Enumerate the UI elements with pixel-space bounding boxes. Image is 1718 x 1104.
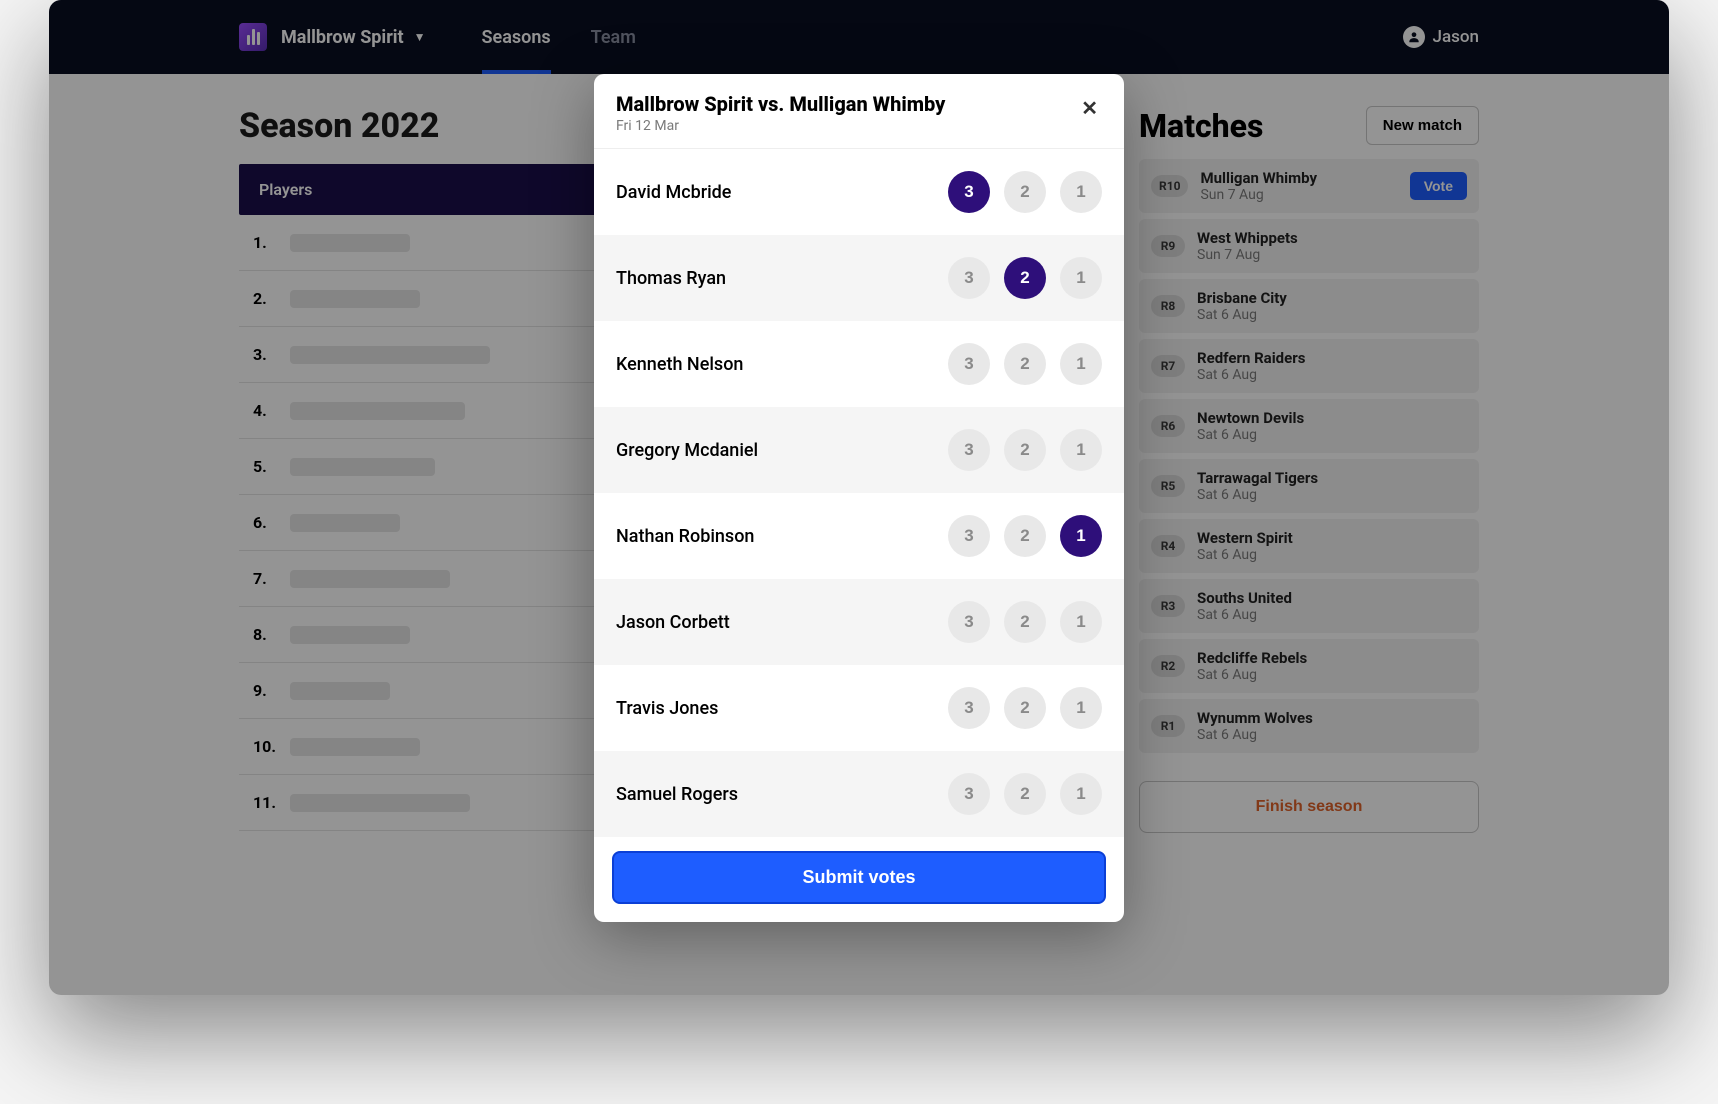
vote-row: David Mcbride 321 [594,149,1124,235]
modal-overlay: Mallbrow Spirit vs. Mulligan Whimby Fri … [49,0,1669,995]
vote-player-name: Travis Jones [616,698,718,719]
app-window: Mallbrow Spirit ▼ Seasons Team Jason Sea… [49,0,1669,995]
vote-option-3[interactable]: 3 [948,257,990,299]
vote-option-2[interactable]: 2 [1004,429,1046,471]
vote-option-3[interactable]: 3 [948,515,990,557]
vote-modal: Mallbrow Spirit vs. Mulligan Whimby Fri … [594,74,1124,922]
vote-button-group: 321 [948,171,1102,213]
vote-option-3[interactable]: 3 [948,601,990,643]
vote-option-1[interactable]: 1 [1060,601,1102,643]
vote-row: Nathan Robinson 321 [594,493,1124,579]
vote-player-name: Samuel Rogers [616,784,738,805]
vote-row: Travis Jones 321 [594,665,1124,751]
vote-option-2[interactable]: 2 [1004,343,1046,385]
vote-option-2[interactable]: 2 [1004,257,1046,299]
vote-player-name: Gregory Mcdaniel [616,440,758,461]
vote-row: Gregory Mcdaniel 321 [594,407,1124,493]
vote-player-name: David Mcbride [616,182,731,203]
close-icon: ✕ [1081,98,1098,120]
vote-option-1[interactable]: 1 [1060,429,1102,471]
vote-row: Samuel Rogers 321 [594,751,1124,837]
vote-option-3[interactable]: 3 [948,773,990,815]
vote-option-3[interactable]: 3 [948,343,990,385]
vote-option-3[interactable]: 3 [948,687,990,729]
vote-button-group: 321 [948,429,1102,471]
vote-option-3[interactable]: 3 [948,171,990,213]
modal-title: Mallbrow Spirit vs. Mulligan Whimby [616,92,945,116]
vote-button-group: 321 [948,601,1102,643]
vote-row: Thomas Ryan 321 [594,235,1124,321]
vote-player-name: Nathan Robinson [616,526,754,547]
vote-option-2[interactable]: 2 [1004,515,1046,557]
modal-subtitle: Fri 12 Mar [616,118,945,134]
vote-player-name: Jason Corbett [616,612,730,633]
vote-button-group: 321 [948,773,1102,815]
vote-row: Jason Corbett 321 [594,579,1124,665]
vote-option-1[interactable]: 1 [1060,687,1102,729]
vote-option-3[interactable]: 3 [948,429,990,471]
vote-option-2[interactable]: 2 [1004,773,1046,815]
vote-option-1[interactable]: 1 [1060,515,1102,557]
vote-player-name: Thomas Ryan [616,268,726,289]
vote-row: Kenneth Nelson 321 [594,321,1124,407]
vote-option-2[interactable]: 2 [1004,171,1046,213]
vote-button-group: 321 [948,687,1102,729]
vote-button-group: 321 [948,257,1102,299]
vote-button-group: 321 [948,343,1102,385]
vote-player-name: Kenneth Nelson [616,354,743,375]
vote-option-2[interactable]: 2 [1004,601,1046,643]
vote-option-1[interactable]: 1 [1060,171,1102,213]
close-button[interactable]: ✕ [1077,92,1102,125]
vote-button-group: 321 [948,515,1102,557]
vote-option-1[interactable]: 1 [1060,773,1102,815]
vote-option-2[interactable]: 2 [1004,687,1046,729]
vote-option-1[interactable]: 1 [1060,343,1102,385]
submit-votes-button[interactable]: Submit votes [612,851,1106,904]
vote-option-1[interactable]: 1 [1060,257,1102,299]
